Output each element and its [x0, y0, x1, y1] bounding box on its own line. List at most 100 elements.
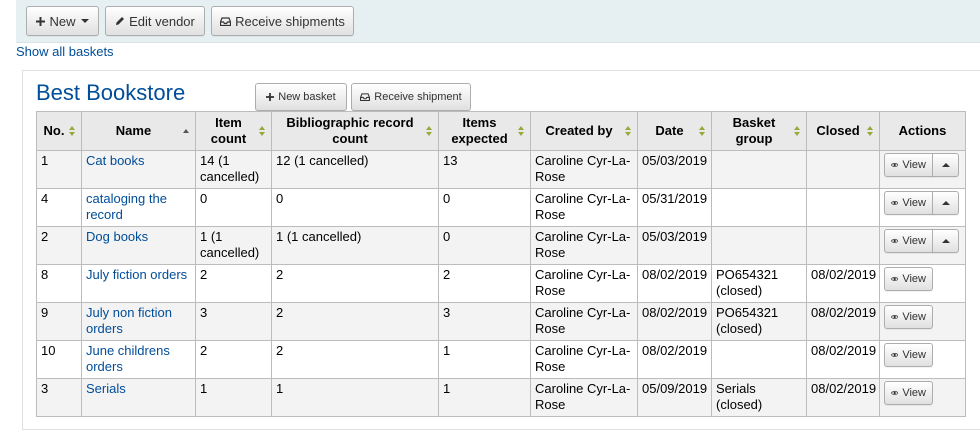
column-header-date[interactable]: Date	[637, 111, 712, 151]
actions-cell: View	[879, 150, 966, 189]
actions-cell: View	[879, 226, 966, 265]
basket-name-link[interactable]: Serials	[86, 381, 126, 396]
basket-date: 08/02/2019	[637, 302, 712, 341]
item-count: 2	[195, 264, 272, 303]
column-header-items-expected[interactable]: Items expected	[438, 111, 531, 151]
view-label: View	[902, 159, 926, 171]
basket-name-cell: Serials	[81, 378, 196, 417]
actions-cell: View	[879, 378, 966, 417]
basket-no: 3	[36, 378, 82, 417]
chevron-up-icon	[941, 163, 950, 167]
created-by: Caroline Cyr-La-Rose	[530, 302, 638, 341]
table-row: 9 July non fiction orders 3 2 3 Caroline Cyr-…	[36, 302, 966, 341]
column-header-name[interactable]: Name	[81, 111, 196, 151]
item-count: 0	[195, 188, 272, 227]
bib-record-count: 12 (1 cancelled)	[271, 150, 439, 189]
eye-icon	[891, 391, 899, 395]
sort-icon	[699, 126, 706, 136]
created-by: Caroline Cyr-La-Rose	[530, 150, 638, 189]
column-header-item-count[interactable]: Item count	[195, 111, 272, 151]
view-basket-button[interactable]: View	[884, 343, 933, 367]
items-expected: 1	[438, 340, 531, 379]
basket-group	[711, 340, 807, 379]
closed-date: 08/02/2019	[806, 340, 880, 379]
edit-vendor-button[interactable]: Edit vendor	[105, 6, 205, 36]
vendor-name-heading: Best Bookstore	[36, 80, 186, 105]
created-by: Caroline Cyr-La-Rose	[530, 340, 638, 379]
items-expected: 0	[438, 188, 531, 227]
bib-record-count: 0	[271, 188, 439, 227]
basket-name-link[interactable]: July non fiction orders	[86, 305, 172, 336]
column-header-created-by[interactable]: Created by	[530, 111, 638, 151]
basket-no: 9	[36, 302, 82, 341]
basket-date: 08/02/2019	[637, 264, 712, 303]
basket-no: 8	[36, 264, 82, 303]
actions-cell: View	[879, 264, 966, 303]
view-basket-button[interactable]: View	[884, 267, 933, 291]
items-expected: 1	[438, 378, 531, 417]
column-header-closed[interactable]: Closed	[806, 111, 880, 151]
basket-group: Serials (closed)	[711, 378, 807, 417]
receive-shipments-button[interactable]: Receive shipments	[211, 6, 354, 36]
view-basket-button[interactable]: View	[884, 381, 933, 405]
basket-name-link[interactable]: Dog books	[86, 229, 148, 244]
receive-shipment-label: Receive shipment	[374, 91, 462, 103]
bib-record-count: 1 (1 cancelled)	[271, 226, 439, 265]
chevron-down-icon	[80, 19, 89, 23]
view-basket-button[interactable]: View	[884, 305, 933, 329]
sort-ascending-icon	[183, 129, 190, 139]
basket-name-link[interactable]: June childrens orders	[86, 343, 170, 374]
actions-dropdown-toggle[interactable]	[932, 229, 959, 253]
baskets-table: No. Name Item count Bibliographic record…	[36, 111, 966, 417]
view-label: View	[902, 235, 926, 247]
closed-date	[806, 150, 880, 189]
column-header-no[interactable]: No.	[36, 111, 82, 151]
show-all-baskets-link[interactable]: Show all baskets	[16, 44, 114, 59]
basket-name-cell: Dog books	[81, 226, 196, 265]
sort-icon	[69, 126, 76, 136]
basket-date: 08/02/2019	[637, 340, 712, 379]
basket-name-link[interactable]: July fiction orders	[86, 267, 187, 282]
actions-dropdown-toggle[interactable]	[932, 191, 959, 215]
eye-icon	[891, 239, 899, 243]
actions-dropdown-toggle[interactable]	[932, 153, 959, 177]
view-basket-button[interactable]: View	[884, 229, 933, 253]
actions-cell: View	[879, 340, 966, 379]
view-basket-button[interactable]: View	[884, 191, 933, 215]
items-expected: 3	[438, 302, 531, 341]
actions-cell: View	[879, 188, 966, 227]
actions-group: View	[884, 229, 961, 253]
item-count: 2	[195, 340, 272, 379]
basket-date: 05/31/2019	[637, 188, 712, 227]
sort-icon	[867, 126, 874, 136]
basket-group	[711, 188, 807, 227]
new-button-label: New	[49, 13, 76, 29]
basket-name-link[interactable]: Cat books	[86, 153, 145, 168]
table-row: 10 June childrens orders 2 2 1 Caroline Cyr-L…	[36, 340, 966, 379]
new-basket-button[interactable]: New basket	[255, 83, 347, 111]
view-basket-button[interactable]: View	[884, 153, 933, 177]
table-header-row: No. Name Item count Bibliographic record…	[36, 111, 966, 151]
new-button[interactable]: New	[26, 6, 99, 36]
created-by: Caroline Cyr-La-Rose	[530, 226, 638, 265]
column-header-actions: Actions	[879, 111, 966, 151]
closed-date	[806, 188, 880, 227]
column-header-basket-group[interactable]: Basket group	[711, 111, 807, 151]
items-expected: 13	[438, 150, 531, 189]
eye-icon	[891, 201, 899, 205]
actions-group: View	[884, 267, 961, 291]
view-label: View	[902, 387, 926, 399]
actions-cell: View	[879, 302, 966, 341]
closed-date	[806, 226, 880, 265]
column-header-bib-count[interactable]: Bibliographic record count	[271, 111, 439, 151]
sort-icon	[794, 126, 801, 136]
view-label: View	[902, 311, 926, 323]
basket-name-link[interactable]: cataloging the record	[86, 191, 167, 222]
basket-group: PO654321 (closed)	[711, 264, 807, 303]
basket-no: 4	[36, 188, 82, 227]
eye-icon	[891, 277, 899, 281]
sort-icon	[518, 126, 525, 136]
created-by: Caroline Cyr-La-Rose	[530, 188, 638, 227]
receive-shipment-button[interactable]: Receive shipment	[351, 83, 471, 111]
basket-group: PO654321 (closed)	[711, 302, 807, 341]
